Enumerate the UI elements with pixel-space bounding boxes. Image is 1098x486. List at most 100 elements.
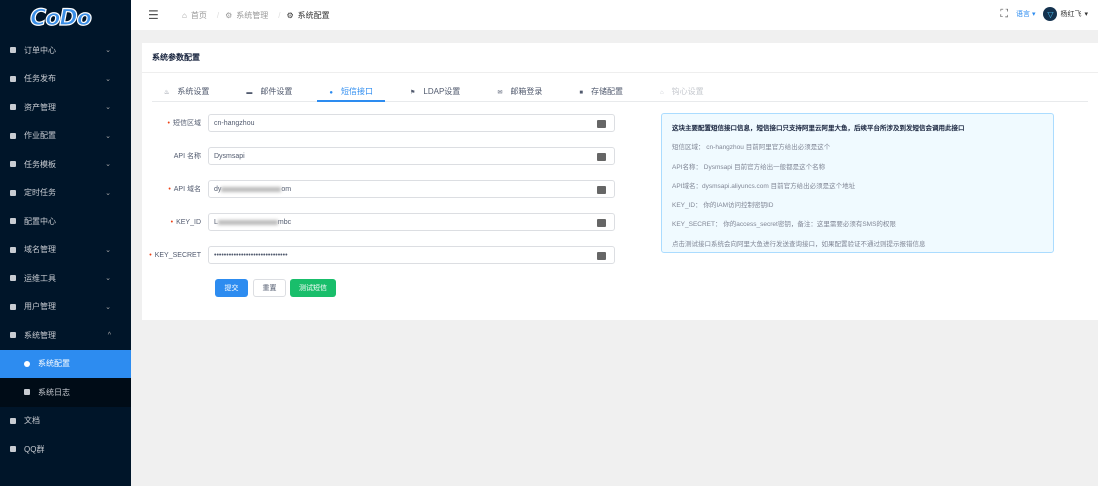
menu-icon [10, 132, 16, 139]
tab-icon: ✉ [497, 90, 503, 96]
info-line: KEY_SECRET： 你的access_secret密钥，备注：这里需要必须有… [672, 221, 896, 229]
avatar: ▽ [1043, 7, 1058, 21]
redacted [217, 219, 278, 225]
tab[interactable]: ♨ 系统设置 [152, 86, 221, 102]
sidebar: CoDo 订单中心 ⌄ 任务发布 ⌄ 资产管理 ⌄ 作业配置 ⌄ 任务模板 ⌄ 定时任务 ⌄ 配置中心域… [0, 0, 131, 486]
redacted [221, 186, 282, 192]
language-dropdown[interactable]: 语言 ▾ [1016, 9, 1035, 19]
chevron-icon: ⌄ [105, 75, 111, 83]
keyboard-icon [597, 219, 606, 227]
chevron-icon: ⌄ [105, 161, 111, 169]
menu-icon [10, 75, 16, 82]
field-input[interactable]: Lmbc [208, 213, 615, 231]
sidebar-item[interactable]: 作业配置 ⌄ [0, 122, 131, 151]
sidebar-item[interactable]: QQ群 [0, 435, 131, 464]
header: ☰ ⌂ 首页 / ⚙ 系统管理 / ⚙ 系统配置 ⛶ 语言 ▾ ▽ 杨红飞 ▾ [131, 0, 1098, 30]
config-card: 系统参数配置 ♨ 系统设置 ▬ 邮件设置 ● 短信接口 ⚑ LDAP设置 ✉ 邮箱登录 ■ 存储配置 ⌂… [142, 43, 1098, 320]
info-line: 点击测试接口系统会向阿里大鱼进行发送查询接口，如果配置验证不通过则提示报错信息 [672, 240, 926, 248]
chevron-icon: ⌄ [105, 275, 111, 283]
field-label: 短信区域 [173, 120, 201, 127]
menu-icon [10, 446, 16, 453]
tab[interactable]: ● 短信接口 [317, 86, 386, 102]
menu-icon [24, 389, 30, 396]
sidebar-item[interactable]: 配置中心 [0, 207, 131, 236]
sidebar-item[interactable]: 订单中心 ⌄ [0, 36, 131, 65]
sidebar-subitem[interactable]: 系统配置 [0, 349, 131, 378]
chevron-icon: ⌄ [105, 246, 111, 254]
chevron-icon: ⌄ [105, 104, 111, 112]
sidebar-subitem[interactable]: 系统日志 [0, 378, 131, 407]
menu-icon [10, 104, 16, 111]
logo[interactable]: CoDo [0, 0, 131, 36]
field-label: API 名称 [173, 153, 201, 160]
form-row: • KEY_ID Lmbc [142, 213, 615, 231]
tab-icon: ● [329, 90, 334, 96]
sidebar-item[interactable]: 资产管理 ⌄ [0, 93, 131, 122]
sidebar-item[interactable]: 文档 [0, 407, 131, 436]
tab-icon: ■ [579, 90, 583, 96]
info-line: 短信区域： cn-hangzhou 目前阿里官方给出必须是这个 [672, 144, 831, 152]
chevron-icon: ⌄ [105, 132, 111, 140]
home-icon: ⌂ [182, 10, 187, 20]
menu-icon [24, 360, 30, 367]
sidebar-item[interactable]: 任务发布 ⌄ [0, 65, 131, 94]
form-row: • 短信区域 cn-hangzhou [142, 114, 615, 132]
reset-button[interactable]: 重置 [253, 279, 286, 297]
chevron-icon: ⌄ [105, 189, 111, 197]
menu-icon [10, 246, 16, 253]
card-title: 系统参数配置 [142, 43, 1098, 73]
info-line: 这块主要配置短信接口信息，短信接口只支持阿里云阿里大鱼，后续平台所涉及到发短信会… [672, 125, 965, 132]
submit-button[interactable]: 提交 [215, 279, 248, 297]
keyboard-icon [597, 153, 606, 161]
field-label: KEY_SECRET [154, 251, 201, 259]
info-line: API名称： Dysmsapi 目前官方给出一般都是这个名称 [672, 163, 826, 171]
tabs: ♨ 系统设置 ▬ 邮件设置 ● 短信接口 ⚑ LDAP设置 ✉ 邮箱登录 ■ 存储配置 ⌂ 钩心设置 [152, 86, 1088, 102]
menu-icon [10, 275, 16, 282]
breadcrumb-current: 系统配置 [297, 10, 330, 20]
field-input[interactable]: •••••••••••••••••••••••••••••• [208, 246, 615, 264]
sidebar-item[interactable]: 定时任务 ⌄ [0, 179, 131, 208]
keyboard-icon [597, 120, 606, 128]
field-input[interactable]: cn-hangzhou [208, 114, 615, 132]
form-row: • KEY_SECRET •••••••••••••••••••••••••••••… [142, 246, 615, 264]
breadcrumb-system[interactable]: 系统管理 [236, 10, 268, 21]
sidebar-item[interactable]: 运维工具 ⌄ [0, 264, 131, 293]
breadcrumb: ⌂ 首页 / ⚙ 系统管理 / ⚙ 系统配置 [182, 10, 330, 21]
tab-icon: ⌂ [659, 90, 664, 96]
sidebar-item[interactable]: 用户管理 ⌄ [0, 293, 131, 322]
chevron-icon: ^ [107, 331, 111, 339]
tab[interactable]: ⌂ 钩心设置 [648, 86, 716, 102]
info-alert: 这块主要配置短信接口信息，短信接口只支持阿里云阿里大鱼，后续平台所涉及到发短信会… [661, 113, 1054, 253]
form-row: • API 域名 dy om [142, 180, 615, 198]
tab-icon: ⚑ [410, 90, 416, 96]
sidebar-item[interactable]: 系统管理 ^ [0, 321, 131, 350]
tab-icon: ♨ [164, 90, 170, 96]
menu-icon [10, 218, 16, 225]
field-input[interactable]: Dysmsapi [208, 147, 615, 165]
keyboard-icon [597, 186, 606, 194]
sidebar-item[interactable]: 任务模板 ⌄ [0, 150, 131, 179]
tab[interactable]: ⚑ LDAP设置 [398, 86, 472, 102]
tab[interactable]: ▬ 邮件设置 [234, 86, 304, 102]
user-menu[interactable]: ▽ 杨红飞 ▾ [1043, 7, 1088, 21]
menu-icon [10, 161, 16, 168]
sidebar-item[interactable]: 域名管理 ⌄ [0, 236, 131, 265]
menu-icon [10, 417, 16, 424]
info-line: API域名：dysmsapi.aliyuncs.com 目前官方给出必须是这个地… [672, 182, 856, 190]
form-row: API 名称 Dysmsapi [142, 147, 615, 165]
menu-icon [10, 303, 16, 310]
info-line: KEY_ID： 你的IAM访问控制密钥ID [672, 202, 774, 210]
fullscreen-icon[interactable]: ⛶ [1000, 8, 1008, 21]
tab-icon: ▬ [246, 90, 253, 96]
field-input[interactable]: dy om [208, 180, 615, 198]
menu-toggle-icon[interactable]: ☰ [148, 8, 160, 22]
chevron-icon: ⌄ [105, 47, 111, 55]
menu-icon [10, 332, 16, 339]
tab[interactable]: ✉ 邮箱登录 [485, 86, 554, 102]
tab[interactable]: ■ 存储配置 [567, 86, 635, 102]
test-sms-button[interactable]: 测试短信 [290, 279, 336, 297]
field-label: API 域名 [173, 186, 201, 193]
gear-icon: ⚙ [225, 10, 233, 20]
keyboard-icon [597, 252, 606, 260]
breadcrumb-home[interactable]: 首页 [191, 10, 207, 21]
